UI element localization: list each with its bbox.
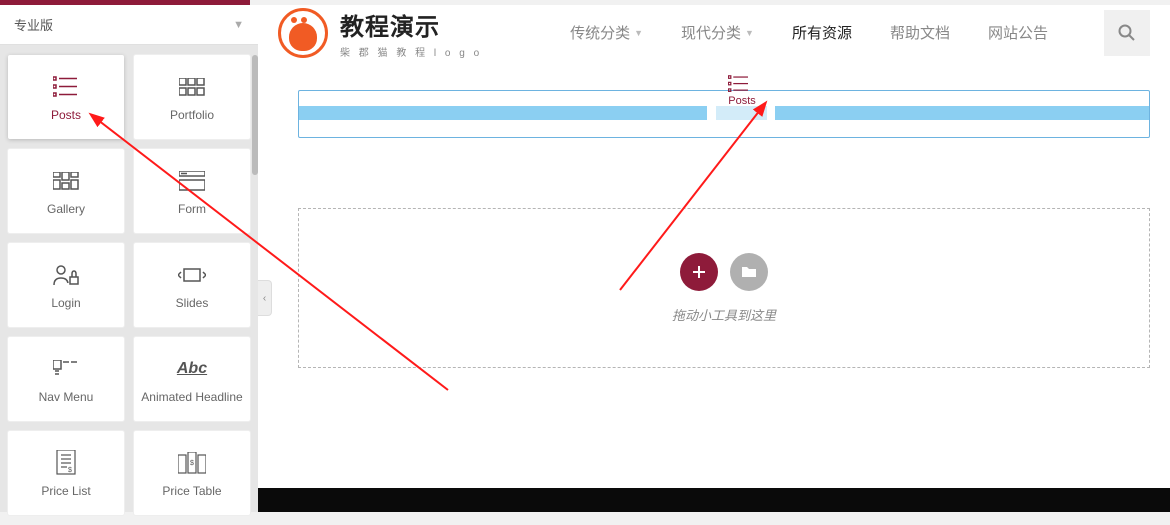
section-action-buttons: [680, 253, 768, 291]
chevron-down-icon: ▼: [233, 19, 244, 31]
widget-price-list[interactable]: $ Price List: [8, 431, 124, 515]
widget-nav-menu[interactable]: Nav Menu: [8, 337, 124, 421]
nav-item-traditional[interactable]: 传统分类 ▼: [570, 22, 643, 43]
site-nav: 传统分类 ▼ 现代分类 ▼ 所有资源 帮助文档 网站公告: [570, 10, 1150, 56]
widget-portfolio[interactable]: Portfolio: [134, 55, 250, 139]
widget-label: Form: [178, 202, 206, 216]
drop-bar-left: [299, 106, 707, 120]
widget-gallery[interactable]: Gallery: [8, 149, 124, 233]
site-subtitle: 柴 郡 猫 教 程 l o g o: [340, 44, 482, 59]
canvas-area[interactable]: Posts 拖动小工具到这里: [258, 60, 1170, 368]
posts-list-icon: [53, 72, 79, 102]
drop-target-section[interactable]: Posts: [298, 90, 1150, 138]
widget-label: Login: [51, 296, 80, 310]
gallery-masonry-icon: [53, 166, 79, 196]
page-footer: [258, 488, 1170, 512]
caret-down-icon: ▼: [745, 28, 754, 38]
svg-text:$: $: [190, 460, 194, 467]
search-icon: [1118, 24, 1136, 42]
sidebar-section-title: 专业版: [14, 15, 53, 34]
sidebar-collapse-toggle[interactable]: ‹: [258, 280, 272, 316]
widget-login[interactable]: Login: [8, 243, 124, 327]
widget-sidebar: 专业版 ▼ Posts Portfolio Gallery Form: [0, 5, 258, 512]
nav-menu-icon: [53, 354, 79, 384]
widget-label: Animated Headline: [141, 390, 242, 404]
nav-label: 传统分类: [570, 22, 630, 43]
nav-item-announcements[interactable]: 网站公告: [988, 22, 1048, 43]
nav-label: 帮助文档: [890, 22, 950, 43]
site-logo-icon: [278, 8, 328, 58]
add-section-button[interactable]: [680, 253, 718, 291]
svg-text:$: $: [68, 467, 72, 474]
drag-ghost-label: Posts: [728, 95, 756, 107]
login-lock-icon: [53, 260, 79, 290]
slides-arrows-icon: [178, 260, 206, 290]
drop-insertion-gap: [716, 106, 767, 120]
widget-label: Nav Menu: [39, 390, 94, 404]
widget-animated-headline[interactable]: Abc Animated Headline: [134, 337, 250, 421]
widget-label: Price List: [41, 484, 90, 498]
form-stack-icon: [179, 166, 205, 196]
site-logo-text: 教程演示 柴 郡 猫 教 程 l o g o: [340, 7, 482, 59]
nav-item-modern[interactable]: 现代分类 ▼: [681, 22, 754, 43]
search-button[interactable]: [1104, 10, 1150, 56]
portfolio-grid-icon: [179, 72, 205, 102]
widget-label: Slides: [176, 296, 209, 310]
widget-price-table[interactable]: $ Price Table: [134, 431, 250, 515]
folder-icon: [741, 265, 757, 279]
nav-item-all-resources[interactable]: 所有资源: [792, 22, 852, 43]
empty-section-hint: 拖动小工具到这里: [672, 305, 776, 324]
nav-item-help-docs[interactable]: 帮助文档: [890, 22, 950, 43]
site-title: 教程演示: [340, 7, 482, 42]
widget-label: Posts: [51, 108, 81, 122]
widget-posts[interactable]: Posts: [8, 55, 124, 139]
canvas-main: 教程演示 柴 郡 猫 教 程 l o g o 传统分类 ▼ 现代分类 ▼ 所有资…: [258, 5, 1170, 512]
widget-form[interactable]: Form: [134, 149, 250, 233]
widget-grid: Posts Portfolio Gallery Form Login: [0, 45, 258, 525]
sidebar-section-toggle[interactable]: 专业版 ▼: [0, 5, 258, 45]
nav-label: 网站公告: [988, 22, 1048, 43]
nav-label: 现代分类: [681, 22, 741, 43]
widget-slides[interactable]: Slides: [134, 243, 250, 327]
plus-icon: [691, 264, 707, 280]
animated-text-icon: Abc: [177, 354, 207, 384]
nav-label: 所有资源: [792, 22, 852, 43]
price-list-icon: $: [55, 448, 77, 478]
site-header: 教程演示 柴 郡 猫 教 程 l o g o 传统分类 ▼ 现代分类 ▼ 所有资…: [258, 5, 1170, 60]
caret-down-icon: ▼: [634, 28, 643, 38]
price-table-icon: $: [178, 448, 206, 478]
template-library-button[interactable]: [730, 253, 768, 291]
widget-label: Price Table: [162, 484, 221, 498]
posts-list-icon: [728, 75, 756, 93]
chevron-left-icon: ‹: [263, 293, 266, 304]
empty-section[interactable]: 拖动小工具到这里: [298, 208, 1150, 368]
widget-label: Portfolio: [170, 108, 214, 122]
widget-label: Gallery: [47, 202, 85, 216]
drag-ghost-posts: Posts: [728, 75, 756, 107]
drop-bar-right: [775, 106, 1149, 120]
